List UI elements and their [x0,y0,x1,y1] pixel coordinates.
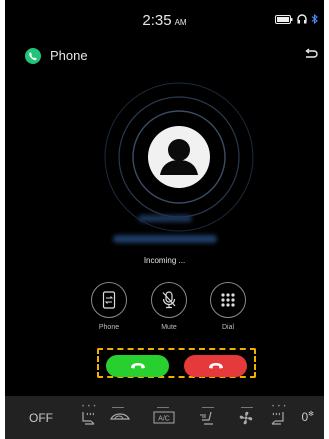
call-status: Incoming ... [143,256,186,265]
dial-button[interactable]: Dial [208,282,248,331]
fan-small-icon: ✻ [308,411,314,418]
app-header: Phone [5,40,324,72]
caller-avatar [148,126,210,188]
divider-line [112,407,124,408]
caller-number-redacted [5,230,324,244]
app-title: Phone [50,48,88,63]
seat-heat-left-icon[interactable] [79,410,97,426]
divider-line [202,407,214,408]
clock-ampm: AM [174,18,187,27]
mute-label: Mute [161,324,177,331]
back-icon[interactable] [304,48,318,62]
answer-call-button[interactable] [106,355,169,377]
decline-call-button[interactable] [184,355,247,377]
phone-screen: 2:35 AM Phone Incoming ... Phone Mute Di… [5,0,324,439]
hangup-phone-icon [208,363,223,369]
fan-icon[interactable] [238,410,254,426]
clock-time: 2:35 [142,12,172,29]
answer-phone-icon [130,363,145,369]
caller-name-redacted [5,209,324,223]
divider-line [157,407,169,408]
bluetooth-icon [311,14,318,24]
phone-action-label: Phone [98,324,120,331]
mute-icon [162,291,176,309]
headset-icon [297,14,307,24]
svg-text:A/C: A/C [158,416,170,423]
dialpad-icon [221,293,235,307]
seat-heat-right-icon[interactable] [269,410,287,426]
phone-switch-icon [102,291,116,309]
status-icons [275,14,318,24]
phone-app-icon [25,48,41,64]
battery-icon [275,14,293,24]
fan-speed: 0✻ [301,410,314,424]
recirculation-icon[interactable] [109,410,131,424]
phone-action-button[interactable]: Phone [89,282,129,331]
mute-button[interactable]: Mute [149,282,189,331]
ac-icon[interactable]: A/C [153,410,175,424]
divider-line [241,407,253,408]
climate-power-label[interactable]: OFF [29,411,53,425]
call-panel: Incoming ... Phone Mute Dial [5,72,324,397]
airflow-seat-icon[interactable] [199,410,217,426]
dial-label: Dial [221,324,235,331]
status-bar: 2:35 AM [5,0,324,36]
climate-bar: OFF • • • A/C • • • 0✻ [5,396,324,439]
